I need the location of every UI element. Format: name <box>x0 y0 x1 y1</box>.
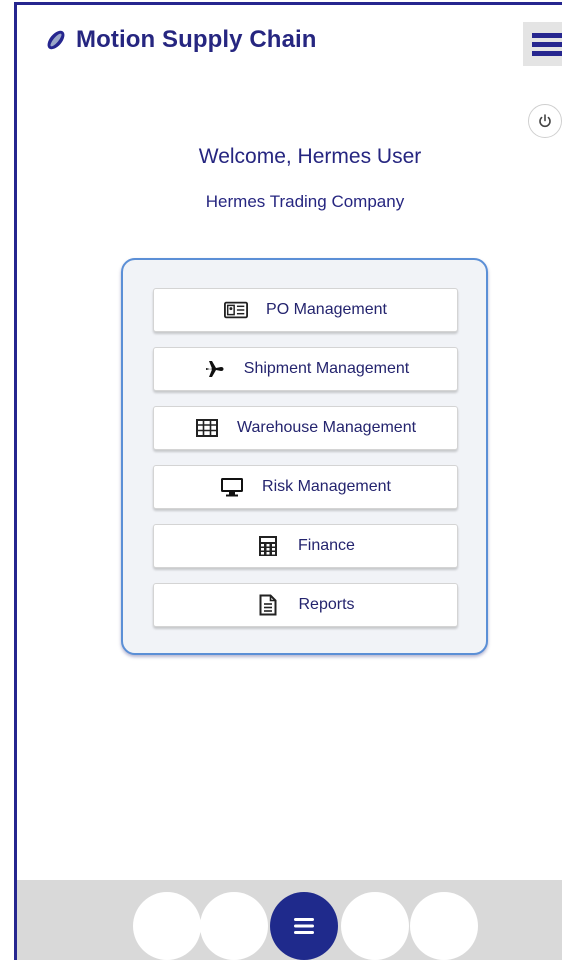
main-menu-button[interactable] <box>523 22 562 66</box>
app-brand: Motion Supply Chain <box>44 26 317 54</box>
table-grid-icon <box>195 417 219 439</box>
menu-item-shipment-management[interactable]: Shipment Management <box>153 347 458 391</box>
bottom-nav-button-2[interactable] <box>200 892 268 960</box>
company-name: Hermes Trading Company <box>205 192 405 211</box>
menu-item-label: Risk Management <box>262 478 391 495</box>
document-icon <box>256 594 280 616</box>
power-icon <box>539 114 551 127</box>
bottom-nav-button-1[interactable] <box>133 892 201 960</box>
bottom-nav-button-4[interactable] <box>341 892 409 960</box>
menu-item-finance[interactable]: Finance <box>153 524 458 568</box>
menu-item-label: Warehouse Management <box>236 419 417 436</box>
menu-item-label: Shipment Management <box>243 360 410 377</box>
menu-item-label: Finance <box>298 537 355 554</box>
menu-item-warehouse-management[interactable]: Warehouse Management <box>153 406 458 450</box>
airplane-icon <box>202 358 226 380</box>
leaf-logo-icon <box>47 30 65 50</box>
menu-item-risk-management[interactable]: Risk Management <box>153 465 458 509</box>
menu-item-reports[interactable]: Reports <box>153 583 458 627</box>
menu-item-label: PO Management <box>266 301 387 318</box>
calculator-icon <box>256 535 280 557</box>
id-card-icon <box>224 299 249 321</box>
bottom-nav-button-menu[interactable] <box>270 892 338 960</box>
bottom-nav-button-5[interactable] <box>410 892 478 960</box>
hamburger-menu-icon <box>294 918 314 934</box>
app-title: Motion Supply Chain <box>76 26 317 53</box>
welcome-message: Welcome, Hermes User <box>198 145 422 168</box>
monitor-icon <box>220 476 244 498</box>
menu-item-label: Reports <box>298 596 355 613</box>
hamburger-menu-icon <box>532 32 562 38</box>
menu-item-po-management[interactable]: PO Management <box>153 288 458 332</box>
module-menu-card: PO Management Shipment Management Wareho… <box>121 258 488 655</box>
logout-button[interactable] <box>528 104 562 138</box>
